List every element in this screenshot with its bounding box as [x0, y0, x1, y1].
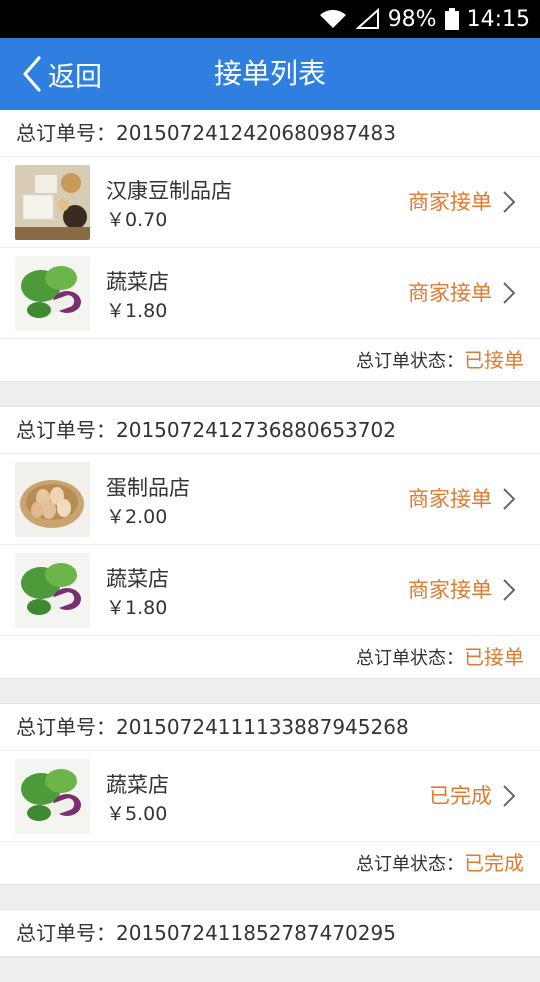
signal-icon [355, 8, 379, 29]
vegetable-image [15, 553, 90, 628]
store-status: 商家接单 [408, 281, 492, 305]
store-price: ￥1.80 [106, 300, 168, 322]
store-row[interactable]: 汉康豆制品店 ￥0.70 商家接单 [0, 157, 540, 248]
order-card: 总订单号：2015072411852787470295 [0, 909, 540, 958]
order-status-value: 已接单 [464, 348, 524, 372]
store-name: 蔬菜店 [106, 567, 169, 591]
order-status: 总订单状态：已完成 [0, 842, 540, 884]
vegetable-image [15, 256, 90, 331]
order-status-value: 已完成 [464, 851, 524, 875]
store-price: ￥2.00 [106, 506, 168, 528]
battery-percent: 98% [387, 6, 437, 32]
chevron-right-icon [502, 784, 516, 812]
order-status: 总订单状态：已接单 [0, 339, 540, 381]
chevron-right-icon [502, 578, 516, 606]
store-status: 商家接单 [408, 190, 492, 214]
order-status-label: 总订单状态： [356, 351, 464, 372]
store-row[interactable]: 蛋制品店 ￥2.00 商家接单 [0, 454, 540, 545]
chevron-right-icon [502, 190, 516, 218]
order-card: 总订单号：2015072412736880653702 蛋制品店 ￥2.00 商家接单… [0, 406, 540, 679]
vegetable-image [15, 759, 90, 834]
order-status: 总订单状态：已接单 [0, 636, 540, 678]
store-row[interactable]: 蔬菜店 ￥5.00 已完成 [0, 751, 540, 842]
store-name: 蔬菜店 [106, 270, 169, 294]
page-title: 接单列表 [213, 57, 326, 90]
store-status: 商家接单 [408, 578, 492, 602]
chevron-right-icon [502, 487, 516, 515]
store-price: ￥0.70 [106, 209, 168, 231]
order-number: 总订单号：20150724111133887945268 [0, 704, 540, 751]
order-number-label: 总订单号： [16, 121, 116, 145]
header: 返回 接单列表 [0, 38, 540, 110]
order-number: 总订单号：2015072411852787470295 [0, 910, 540, 957]
order-number-value: 2015072411852787470295 [116, 921, 396, 945]
store-row[interactable]: 蔬菜店 ￥1.80 商家接单 [0, 545, 540, 636]
order-number-label: 总订单号： [16, 715, 116, 739]
store-row[interactable]: 蔬菜店 ￥1.80 商家接单 [0, 248, 540, 339]
order-number-value: 20150724111133887945268 [116, 715, 409, 739]
store-price: ￥5.00 [106, 803, 168, 825]
store-name: 蛋制品店 [106, 476, 190, 500]
egg-image [15, 462, 90, 537]
wifi-icon [319, 9, 346, 28]
order-status-value: 已接单 [464, 645, 524, 669]
order-status-label: 总订单状态： [356, 854, 464, 875]
store-status: 已完成 [429, 784, 492, 808]
store-price: ￥1.80 [106, 597, 168, 619]
store-status: 商家接单 [408, 487, 492, 511]
order-number: 总订单号：2015072412736880653702 [0, 407, 540, 454]
clock: 14:15 [466, 6, 530, 32]
order-status-label: 总订单状态： [356, 648, 464, 669]
store-name: 蔬菜店 [106, 773, 169, 797]
order-number: 总订单号：2015072412420680987483 [0, 110, 540, 157]
order-list: 总订单号：2015072412420680987483 汉康豆制品店 ￥0.70 商家… [0, 110, 540, 982]
order-number-label: 总订单号： [16, 921, 116, 945]
order-number-value: 2015072412420680987483 [116, 121, 396, 145]
chevron-right-icon [502, 281, 516, 309]
status-bar: 98% 14:15 [0, 0, 540, 38]
order-number-value: 2015072412736880653702 [116, 418, 396, 442]
order-card: 总订单号：2015072412420680987483 汉康豆制品店 ￥0.70 商家… [0, 110, 540, 382]
order-number-label: 总订单号： [16, 418, 116, 442]
order-card: 总订单号：20150724111133887945268 蔬菜店 ￥5.00 已完成总… [0, 703, 540, 885]
tofu-image [15, 165, 90, 240]
store-name: 汉康豆制品店 [106, 179, 232, 203]
battery-icon [444, 8, 459, 30]
